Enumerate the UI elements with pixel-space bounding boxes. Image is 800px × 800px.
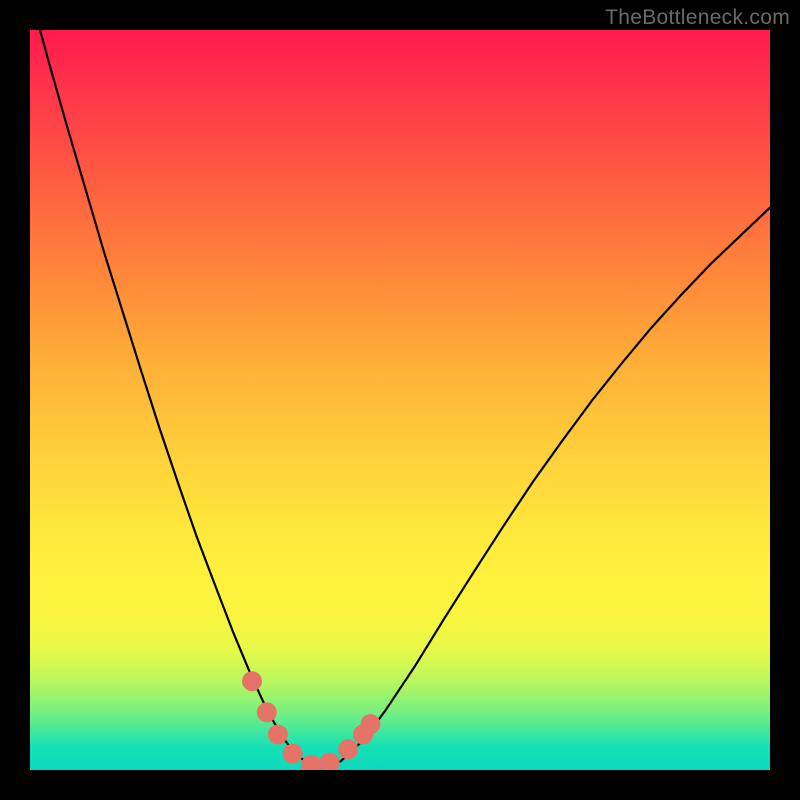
- highlight-dot: [257, 702, 277, 722]
- curve-line: [30, 30, 770, 766]
- highlight-dot: [320, 753, 340, 770]
- chart-frame: TheBottleneck.com: [0, 0, 800, 800]
- highlight-dot: [283, 744, 303, 764]
- highlight-dot: [360, 714, 380, 734]
- chart-overlay-svg: [30, 30, 770, 770]
- highlight-dot: [301, 755, 321, 770]
- highlight-dots-group: [242, 671, 380, 770]
- plot-area: [30, 30, 770, 770]
- watermark-text: TheBottleneck.com: [605, 6, 790, 30]
- highlight-dot: [338, 739, 358, 759]
- highlight-dot: [242, 671, 262, 691]
- highlight-dot: [268, 724, 288, 744]
